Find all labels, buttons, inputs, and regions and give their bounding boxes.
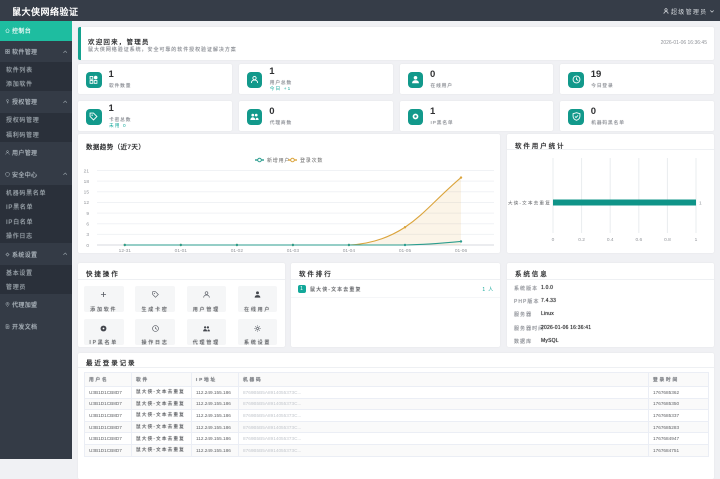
svg-text:1: 1 <box>695 237 698 243</box>
svg-text:18: 18 <box>84 179 90 185</box>
svg-text:12: 12 <box>84 200 90 206</box>
svg-text:0.2: 0.2 <box>578 237 585 243</box>
svg-text:01-02: 01-02 <box>231 248 244 253</box>
svg-text:登录次数: 登录次数 <box>300 157 323 164</box>
svg-text:0: 0 <box>86 243 89 249</box>
svg-text:3: 3 <box>86 232 89 238</box>
svg-text:01-06: 01-06 <box>455 248 468 253</box>
svg-text:01-01: 01-01 <box>175 248 188 253</box>
svg-text:15: 15 <box>84 190 90 196</box>
svg-text:鼠大侠-文本去重复: 鼠大侠-文本去重复 <box>507 200 551 207</box>
svg-text:0: 0 <box>552 237 555 243</box>
svg-text:01-05: 01-05 <box>399 248 412 253</box>
svg-text:21: 21 <box>84 168 90 174</box>
svg-text:01-03: 01-03 <box>287 248 300 253</box>
svg-text:0.4: 0.4 <box>607 237 614 243</box>
svg-text:9: 9 <box>86 211 89 217</box>
svg-text:1: 1 <box>699 201 702 207</box>
svg-text:0.8: 0.8 <box>664 237 671 243</box>
svg-text:0.6: 0.6 <box>635 237 642 243</box>
svg-text:12-31: 12-31 <box>119 248 132 253</box>
svg-text:6: 6 <box>86 222 89 228</box>
svg-text:新增用户: 新增用户 <box>267 157 290 164</box>
svg-text:01-04: 01-04 <box>343 248 356 253</box>
